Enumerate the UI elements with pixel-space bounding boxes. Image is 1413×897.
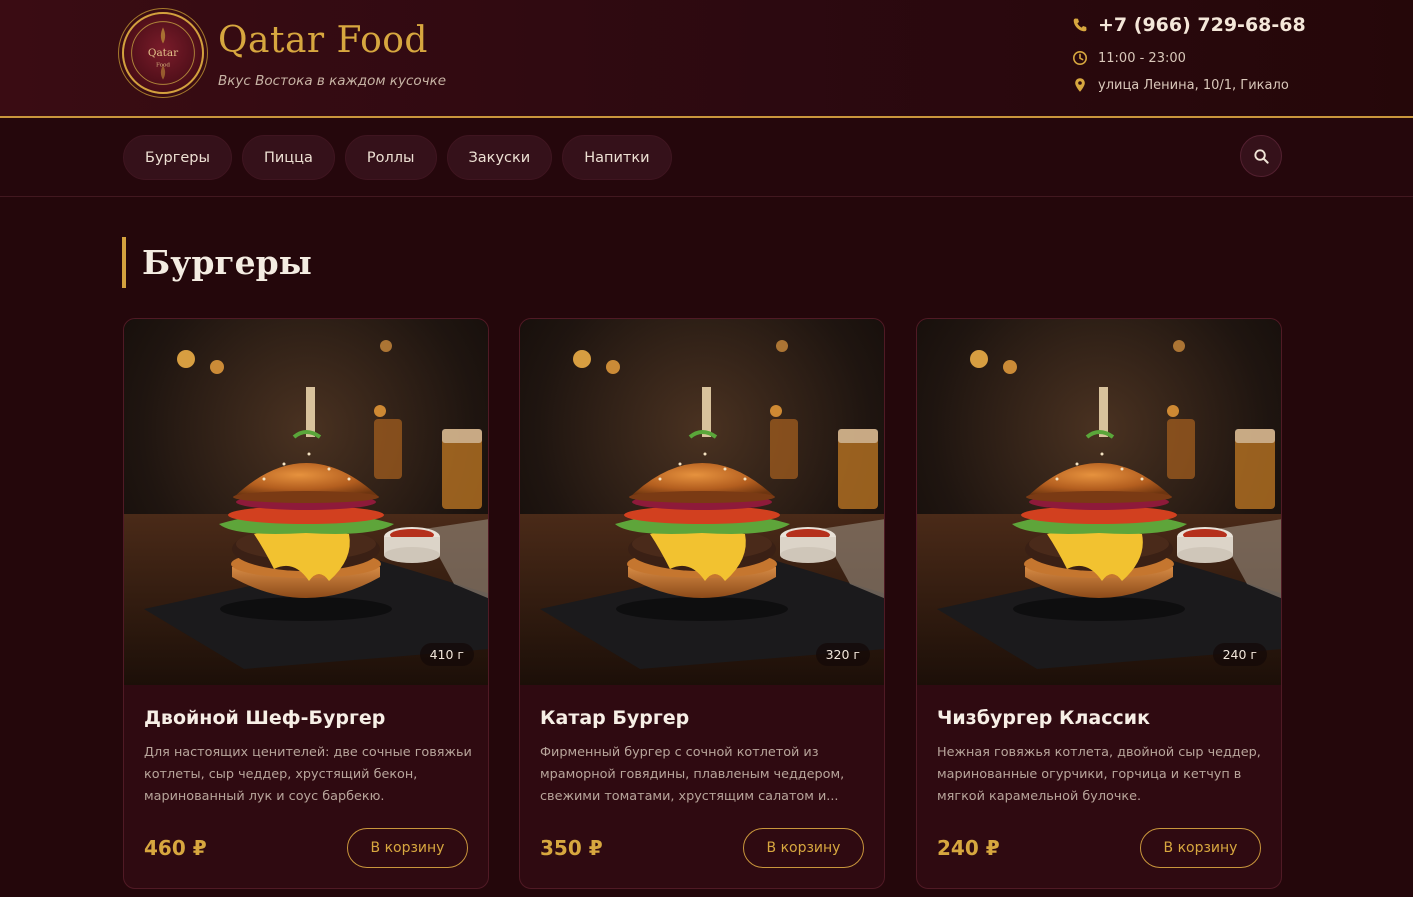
logo-emblem-icon: Qatar Food — [131, 21, 195, 85]
logo-subtext: Food — [156, 62, 170, 68]
product-image[interactable] — [124, 319, 488, 685]
add-to-cart-button[interactable]: В корзину — [743, 828, 864, 868]
clock-icon — [1072, 50, 1088, 66]
product-image[interactable] — [917, 319, 1281, 685]
site-header: Qatar Food Qatar Food Вкус Востока в каж… — [0, 0, 1413, 118]
logo-text: Qatar — [148, 47, 178, 59]
brand-tagline: Вкус Востока в каждом кусочке — [218, 73, 447, 89]
product-description: Нежная говяжья котлета, двойной сыр чедд… — [937, 745, 1261, 804]
hours-text: 11:00 - 23:00 — [1098, 50, 1186, 66]
search-button[interactable] — [1240, 135, 1282, 177]
product-price: 240 ₽ — [937, 836, 1000, 860]
search-icon — [1253, 148, 1269, 164]
weight-badge: 410 г — [419, 643, 474, 666]
phone-number[interactable]: +7 (966) 729-68-68 — [1098, 14, 1306, 36]
address-text: улица Ленина, 10/1, Гикало — [1098, 77, 1289, 93]
contact-phone[interactable]: +7 (966) 729-68-68 — [1072, 14, 1306, 36]
contact-address: улица Ленина, 10/1, Гикало — [1072, 77, 1289, 93]
nav-item-pizza[interactable]: Пицца — [241, 135, 335, 180]
product-card[interactable]: 410 г Двойной Шеф-Бургер Для настоящих ц… — [123, 318, 489, 889]
phone-icon — [1072, 17, 1088, 33]
product-card[interactable]: 240 г Чизбургер Классик Нежная говяжья к… — [916, 318, 1282, 889]
brand-title[interactable]: Qatar Food — [218, 20, 428, 61]
product-price: 350 ₽ — [540, 836, 603, 860]
add-to-cart-button[interactable]: В корзину — [347, 828, 468, 868]
contact-hours: 11:00 - 23:00 — [1072, 50, 1186, 66]
nav-item-drinks[interactable]: Напитки — [562, 135, 672, 180]
nav-item-rolls[interactable]: Роллы — [344, 135, 437, 180]
product-image[interactable] — [520, 319, 884, 685]
product-description: Фирменный бургер с сочной котлетой из мр… — [540, 745, 845, 804]
product-title[interactable]: Двойной Шеф-Бургер — [144, 707, 385, 729]
section-accent-bar — [122, 237, 126, 288]
category-list: Бургеры Пицца Роллы Закуски Напитки — [123, 135, 672, 180]
product-title[interactable]: Чизбургер Классик — [937, 707, 1150, 729]
nav-item-burgers[interactable]: Бургеры — [123, 135, 232, 180]
product-description: Для настоящих ценителей: две сочные говя… — [144, 745, 472, 804]
weight-badge: 240 г — [1212, 643, 1267, 666]
location-pin-icon — [1072, 77, 1088, 93]
product-price: 460 ₽ — [144, 836, 207, 860]
nav-item-snacks[interactable]: Закуски — [446, 135, 553, 180]
logo[interactable]: Qatar Food — [122, 12, 204, 94]
category-nav: Бургеры Пицца Роллы Закуски Напитки — [0, 119, 1413, 197]
weight-badge: 320 г — [815, 643, 870, 666]
add-to-cart-button[interactable]: В корзину — [1140, 828, 1261, 868]
product-card[interactable]: 320 г Катар Бургер Фирменный бургер с со… — [519, 318, 885, 889]
product-title[interactable]: Катар Бургер — [540, 707, 689, 729]
section-title: Бургеры — [142, 243, 312, 282]
